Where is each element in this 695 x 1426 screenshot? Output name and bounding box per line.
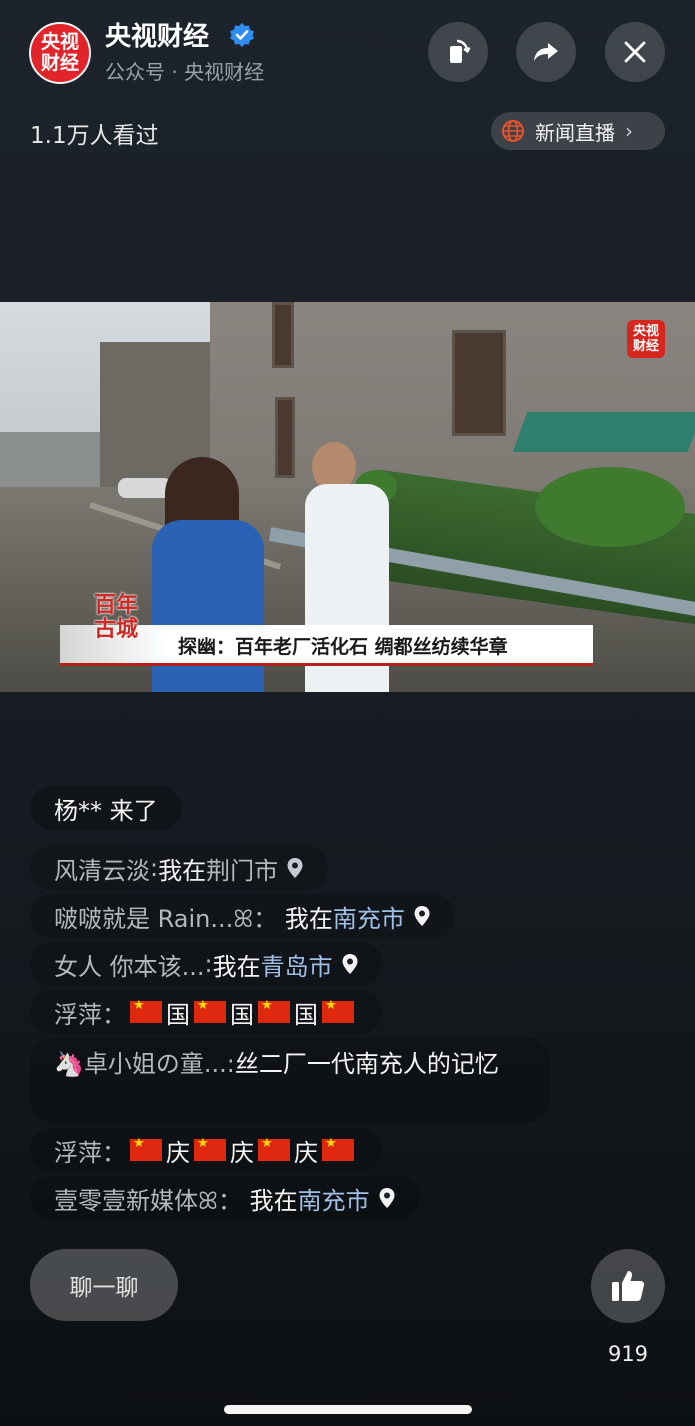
location-pin-icon: [342, 954, 358, 974]
account-name[interactable]: 央视财经: [105, 16, 209, 53]
news-live-button[interactable]: 新闻直播 ›: [491, 112, 665, 150]
comment-separator: :: [226, 1050, 235, 1078]
cctv-watermark: 央视财经: [627, 320, 665, 358]
china-flag-icon: [322, 998, 354, 1023]
comment-item: 浮萍： 庆 庆 庆: [30, 1128, 382, 1172]
rotate-screen-button[interactable]: [428, 22, 488, 82]
chevron-right-icon: ›: [625, 119, 633, 143]
comment-separator: ：: [102, 1138, 126, 1167]
comment-item: 啵啵就是 Rain... ꕤ： 我在 南充市: [30, 894, 455, 938]
china-flag-icon: [258, 998, 290, 1023]
like-count: 919: [607, 1342, 649, 1366]
comment-item: 风清云淡: 我在 荆门市: [30, 846, 329, 890]
comment-location: 南充市: [332, 904, 405, 933]
video-window: [452, 330, 506, 436]
comment-location: 南充市: [297, 1186, 370, 1215]
comment-user: 卓小姐の童...: [83, 1050, 227, 1078]
video-window: [275, 397, 295, 478]
video-bush: [535, 467, 685, 547]
comment-text: 丝二厂一代南充人的记忆: [234, 1050, 499, 1078]
account-avatar[interactable]: 央视财经: [29, 22, 91, 84]
share-icon: [534, 43, 558, 61]
location-pin-icon: [414, 906, 430, 926]
location-pin-icon: [287, 858, 303, 878]
china-flag-icon: [194, 1136, 226, 1161]
comment-user: 啵啵就是 Rain...: [54, 904, 234, 933]
location-pin-icon: [379, 1188, 395, 1208]
close-icon: [624, 41, 646, 63]
view-count: 1.1万人看过: [30, 123, 159, 149]
comment-text: 国: [230, 1000, 254, 1029]
comment-user: 壹零壹新媒体: [54, 1186, 198, 1215]
video-caption: 探幽：百年老厂活化石 绸都丝纺续华章: [178, 636, 508, 658]
comment-location: 青岛市: [260, 952, 333, 981]
china-flag-icon: [322, 1136, 354, 1161]
comment-text: 我在: [158, 856, 207, 885]
video-car: [118, 478, 172, 498]
comment-user: 浮萍: [54, 1138, 102, 1167]
video-awning: [512, 412, 695, 452]
comment-item: 浮萍： 国 国 国: [30, 990, 382, 1034]
comment-text: 我在: [249, 1186, 298, 1215]
china-flag-icon: [258, 1136, 290, 1161]
comment-text: 国: [166, 1000, 190, 1029]
globe-icon: [502, 120, 524, 142]
thumbs-up-icon: [612, 1271, 645, 1301]
verified-badge-icon: [230, 23, 254, 47]
comment-text: 庆: [166, 1138, 190, 1167]
home-indicator[interactable]: [224, 1405, 472, 1414]
comment-separator: ꕤ：: [198, 1186, 242, 1215]
comment-item: 🦄卓小姐の童...:丝二厂一代南充人的记忆: [30, 1038, 550, 1122]
comment-user: 浮萍: [54, 1000, 102, 1029]
comment-separator: :: [204, 950, 213, 978]
comment-text: 庆: [230, 1138, 254, 1167]
news-live-label: 新闻直播: [535, 120, 615, 145]
show-logo: 百年古城: [94, 593, 139, 642]
comment-location: 荆门市: [206, 856, 279, 885]
china-flag-icon: [194, 998, 226, 1023]
china-flag-icon: [130, 1136, 162, 1161]
comment-separator: :: [150, 854, 159, 882]
video-window: [272, 302, 294, 368]
join-notice: 杨** 来了: [30, 786, 182, 830]
top-bar: 央视财经 央视财经 公众号 · 央视财经 1.1万人看过 新闻直播 ›: [0, 0, 695, 150]
comment-user: 女人 你本该...: [54, 952, 205, 981]
comment-item: 女人 你本该...: 我在 青岛市: [30, 942, 383, 986]
comment-separator: ：: [102, 1000, 126, 1029]
comment-user: 风清云淡: [54, 856, 150, 885]
comment-text: 庆: [294, 1138, 318, 1167]
comment-text: 国: [294, 1000, 318, 1029]
video-reporter: [152, 520, 264, 692]
video-player[interactable]: 央视财经 百年古城 探幽：百年老厂活化石 绸都丝纺续华章: [0, 302, 695, 692]
comment-text: 我在: [284, 904, 333, 933]
account-subtitle: 公众号 · 央视财经: [105, 60, 265, 84]
china-flag-icon: [130, 998, 162, 1023]
unicorn-icon: 🦄: [54, 1050, 84, 1078]
comment-separator: ꕤ：: [233, 904, 278, 933]
comment-text: 我在: [212, 952, 261, 981]
comment-item: 壹零壹新媒体 ꕤ： 我在 南充市: [30, 1176, 420, 1220]
share-button[interactable]: [516, 22, 576, 82]
close-button[interactable]: [605, 22, 665, 82]
like-button[interactable]: [591, 1249, 665, 1323]
chat-button[interactable]: 聊一聊: [30, 1249, 178, 1321]
avatar-logo-text: 央视财经: [40, 31, 79, 74]
rotate-screen-icon: [450, 39, 471, 63]
